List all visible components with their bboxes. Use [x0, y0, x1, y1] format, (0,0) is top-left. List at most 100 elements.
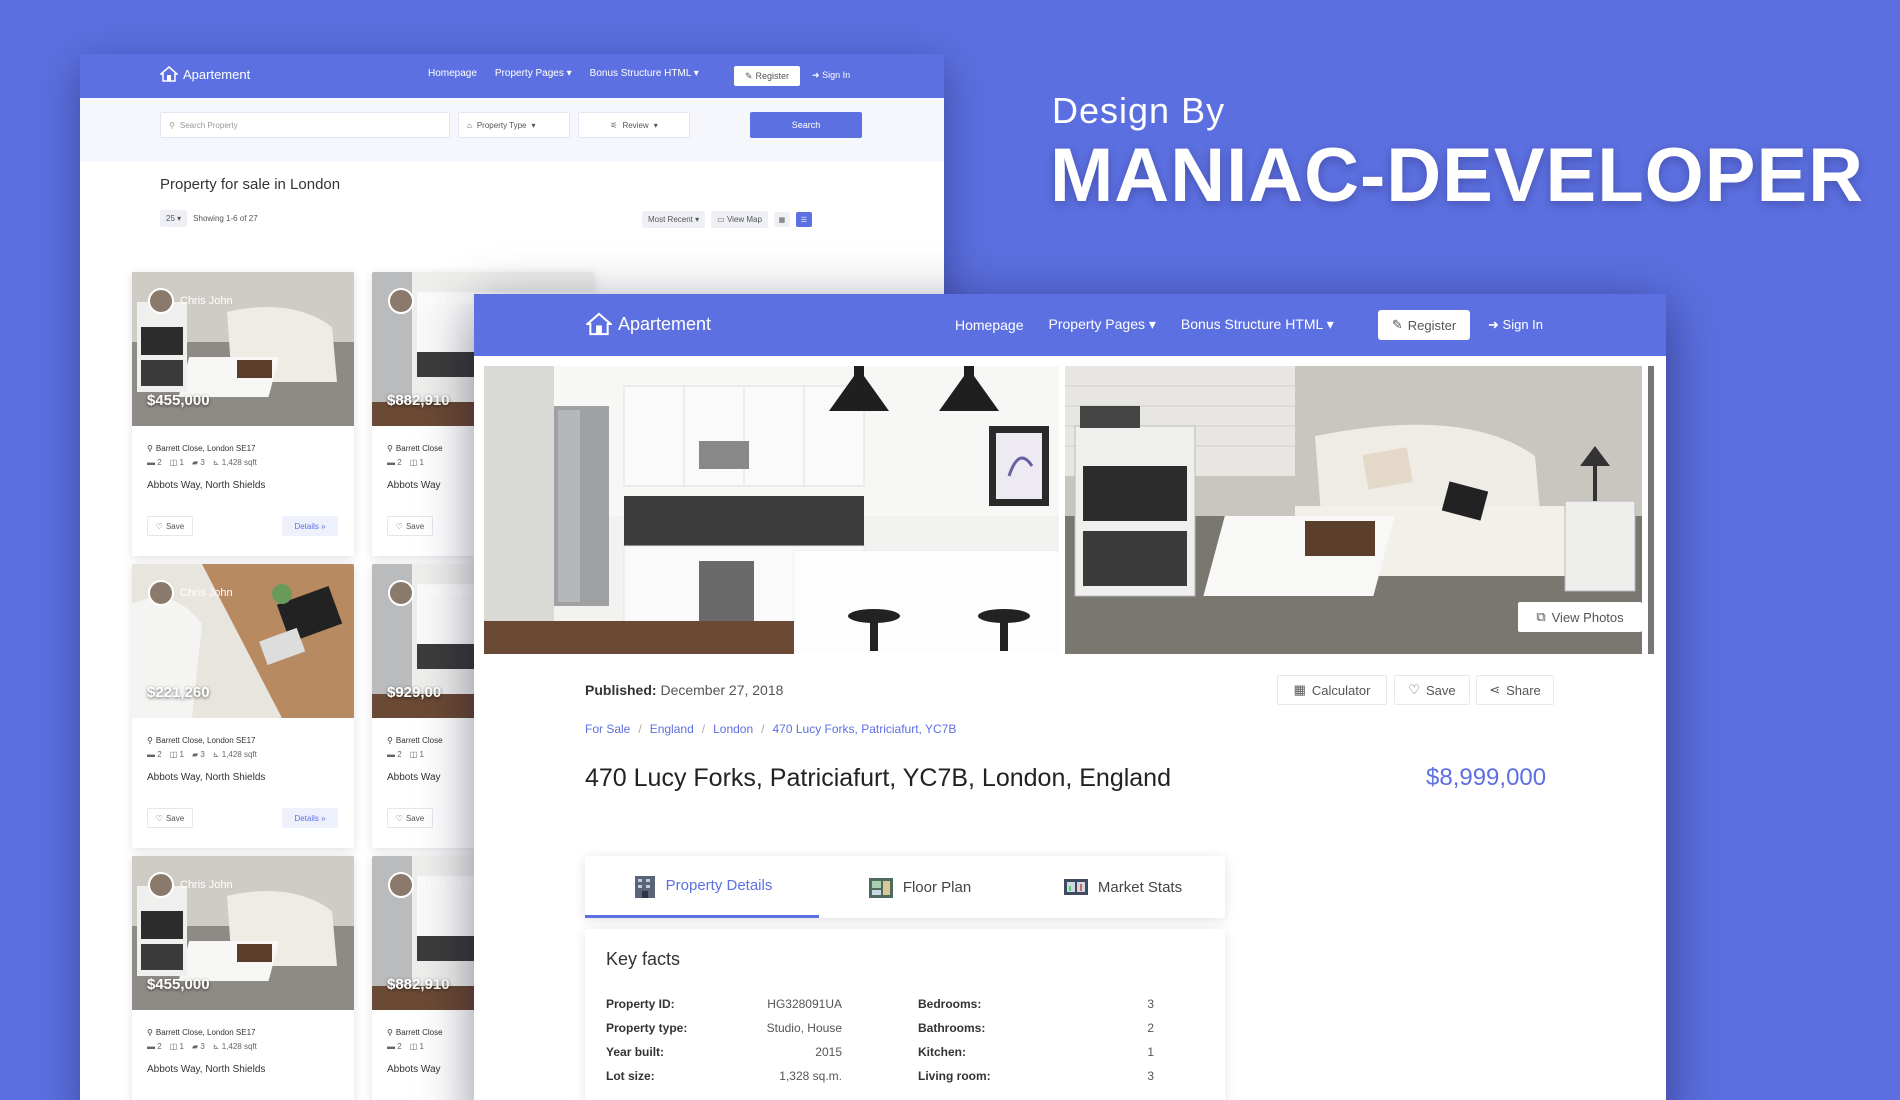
gallery-scrollbar[interactable]: [1648, 366, 1654, 654]
fact-value: Studio, House: [766, 1021, 842, 1035]
bath-spec: ◫ 1: [170, 1042, 184, 1051]
caret-down-icon: ▾: [566, 68, 572, 79]
published-label: Published:: [585, 682, 657, 698]
sign-in-link[interactable]: ➜ Sign In: [812, 70, 850, 81]
nav-homepage[interactable]: Homepage: [955, 317, 1024, 333]
card-specs: ▬ 2 ◫ 1: [387, 458, 424, 467]
search-bar: ⚲ Search Property ⌂ Property Type ▾ ⚟ Review…: [80, 98, 944, 162]
car-count: 3: [200, 750, 205, 759]
brand-name: Apartement: [618, 313, 712, 334]
calculator-label: Calculator: [1311, 682, 1371, 698]
card-title[interactable]: Abbots Way: [387, 480, 441, 491]
list-view-button[interactable]: ☰: [795, 212, 812, 227]
tab-market-stats[interactable]: Market Stats: [1019, 856, 1225, 918]
kitchen-image: [484, 366, 1059, 654]
map-icon: ▭: [717, 215, 725, 224]
photos-icon: ⧉: [1536, 609, 1546, 624]
card-address-text: Barrett Close: [395, 736, 443, 745]
sign-in-label: Sign In: [1502, 317, 1544, 332]
property-type-select[interactable]: ⌂ Property Type ▾: [458, 112, 570, 138]
card-details-button[interactable]: Details »: [282, 516, 338, 536]
card-specs: ▬ 2 ◫ 1 ▰ 3 ⊾ 1,428 sqft: [147, 750, 257, 759]
grid-icon: ▦: [778, 216, 786, 224]
card-title[interactable]: Abbots Way: [387, 1064, 441, 1075]
register-button[interactable]: ✎ Register: [734, 66, 800, 86]
share-icon: ⋖: [1489, 682, 1501, 697]
bed-spec: ▬ 2: [387, 458, 402, 467]
nav-property-pages[interactable]: Property Pages ▾: [495, 68, 572, 79]
calculator-button[interactable]: ▦ Calculator: [1277, 675, 1387, 705]
bed-count: 2: [157, 750, 162, 759]
design-by-label: Design By: [1052, 90, 1226, 131]
car-spec: ▰ 3: [192, 458, 205, 467]
bed-icon: ▬: [147, 1042, 155, 1051]
search-input[interactable]: ⚲ Search Property: [160, 112, 450, 138]
nav-bonus-structure[interactable]: Bonus Structure HTML ▾: [1181, 316, 1334, 333]
nav-bonus-structure[interactable]: Bonus Structure HTML ▾: [590, 68, 699, 79]
view-photos-button[interactable]: ⧉ View Photos: [1518, 602, 1642, 632]
bath-icon: ◫: [169, 458, 178, 467]
card-price: $455,000: [147, 392, 210, 409]
card-title[interactable]: Abbots Way, North Shields: [147, 1064, 265, 1075]
card-title[interactable]: Abbots Way, North Shields: [147, 480, 265, 491]
register-button[interactable]: ✎ Register: [1378, 310, 1470, 340]
property-card[interactable]: Chris John $455,000 ⚲ Barrett Close, London…: [132, 272, 354, 556]
home-icon: ⌂: [467, 120, 472, 130]
card-save-button[interactable]: ♡ Save: [387, 808, 433, 828]
agent-name: Chris John: [180, 879, 233, 891]
review-select[interactable]: ⚟ Review ▾: [578, 112, 690, 138]
card-title[interactable]: Abbots Way: [387, 772, 441, 783]
heart-icon: ♡: [155, 521, 163, 531]
bed-icon: ▬: [387, 1042, 395, 1051]
nav-property-pages[interactable]: Property Pages ▾: [1049, 316, 1156, 333]
breadcrumb-separator: /: [701, 722, 706, 736]
bath-count: 1: [419, 750, 424, 759]
property-card[interactable]: Chris John $221,260 ⚲ Barrett Close, London…: [132, 564, 354, 848]
bath-count: 1: [179, 750, 184, 759]
tab-floor-plan-label: Floor Plan: [902, 878, 972, 896]
caret-down-icon: ▾: [653, 120, 658, 130]
grid-view-button[interactable]: ▦: [773, 212, 790, 227]
fact-value: HG328091UA: [767, 997, 842, 1011]
breadcrumb-address[interactable]: 470 Lucy Forks, Patriciafurt, YC7B: [772, 722, 956, 736]
brand-logo[interactable]: Apartement: [586, 312, 711, 336]
page-title: Property for sale in London: [160, 176, 341, 193]
tab-property-details[interactable]: Property Details: [585, 856, 819, 918]
card-specs: ▬ 2 ◫ 1: [387, 1042, 424, 1051]
card-save-label: Save: [165, 813, 185, 823]
share-button[interactable]: ⋖ Share: [1476, 675, 1554, 705]
nav-bonus-label: Bonus Structure HTML: [1180, 316, 1323, 332]
bath-count: 1: [419, 458, 424, 467]
card-save-button[interactable]: ♡ Save: [147, 808, 193, 828]
building-icon: [634, 875, 655, 898]
sort-select[interactable]: Most Recent ▾: [642, 211, 706, 228]
market-stats-icon: [1063, 879, 1088, 895]
per-page-select[interactable]: 25 ▾: [160, 210, 188, 227]
save-button[interactable]: ♡ Save: [1394, 675, 1470, 705]
showing-count: Showing 1-6 of 27: [193, 214, 258, 223]
card-save-button[interactable]: ♡ Save: [147, 516, 193, 536]
fact-label: Lot size:: [606, 1069, 655, 1083]
bath-count: 1: [419, 1042, 424, 1051]
search-button[interactable]: Search: [750, 112, 862, 138]
card-address-text: Barrett Close: [395, 444, 443, 453]
sign-in-link[interactable]: ➜ Sign In: [1488, 317, 1543, 333]
breadcrumb-for-sale[interactable]: For Sale: [585, 722, 630, 736]
tab-floor-plan[interactable]: Floor Plan: [819, 856, 1019, 918]
nav-homepage[interactable]: Homepage: [428, 68, 477, 79]
nav-links: Homepage Property Pages ▾ Bonus Structur…: [955, 316, 1334, 333]
card-title[interactable]: Abbots Way, North Shields: [147, 772, 265, 783]
breadcrumb-england[interactable]: England: [650, 722, 694, 736]
brand-logo[interactable]: Apartement: [160, 66, 250, 82]
card-details-button[interactable]: Details »: [282, 808, 338, 828]
bath-spec: ◫ 1: [170, 750, 184, 759]
property-detail-window: Apartement Homepage Property Pages ▾ Bon…: [474, 294, 1666, 1100]
bath-spec: ◫ 1: [410, 1042, 424, 1051]
area-spec: ⊾ 1,428 sqft: [213, 1042, 257, 1051]
kitchen-photo[interactable]: [484, 366, 1059, 654]
card-save-button[interactable]: ♡ Save: [387, 516, 433, 536]
key-facts-panel: Key facts Property ID: HG328091UA Property…: [585, 929, 1225, 1100]
breadcrumb-london[interactable]: London: [713, 722, 753, 736]
view-map-button[interactable]: ▭ View Map: [711, 211, 768, 228]
property-card[interactable]: Chris John $455,000 ⚲ Barrett Close, London…: [132, 856, 354, 1100]
